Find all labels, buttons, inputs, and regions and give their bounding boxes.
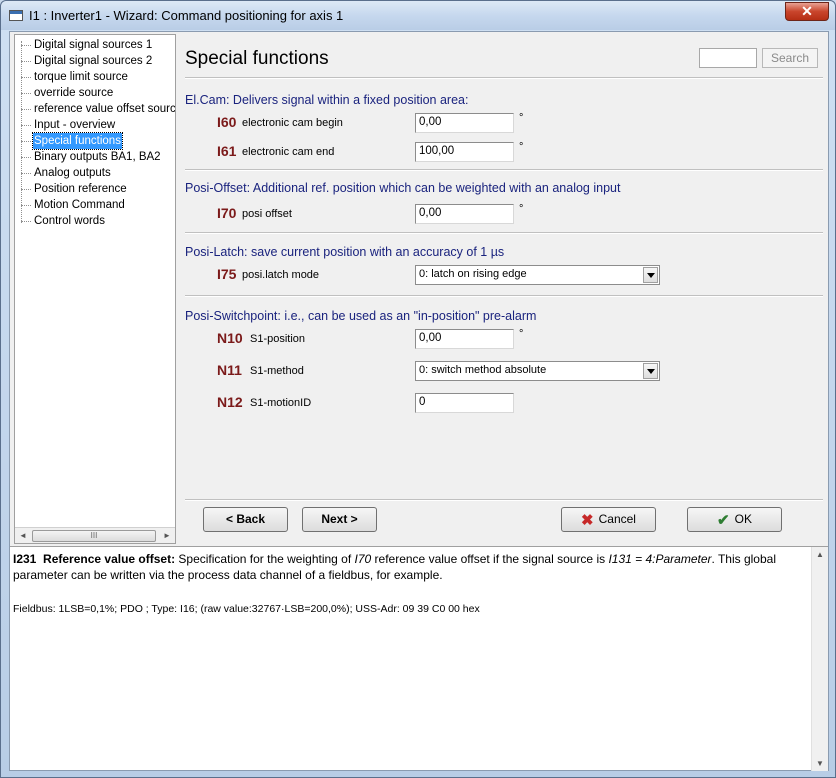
scroll-thumb[interactable]: III [32, 530, 156, 542]
electronic-cam-begin-input[interactable]: 0,00 [415, 113, 514, 133]
unit-degree-i70: ° [519, 203, 524, 215]
page-title: Special functions [185, 48, 329, 69]
unit-degree-i61: ° [519, 141, 524, 153]
param-name-n10: S1-position [250, 333, 306, 345]
section-divider-1 [185, 169, 823, 171]
unit-degree-i60: ° [519, 112, 524, 124]
posi-latch-mode-select[interactable]: 0: latch on rising edge [415, 265, 660, 285]
param-name-n12: S1-motionID [250, 397, 312, 409]
navigation-tree: Digital signal sources 1 Digital signal … [14, 34, 176, 544]
app-window-icon [9, 10, 23, 21]
param-code-i75: I75 [217, 266, 237, 282]
search-input[interactable] [699, 48, 757, 68]
help-vertical-scrollbar[interactable]: ▲ ▼ [811, 547, 828, 771]
param-name-n11: S1-method [250, 365, 304, 377]
footer-divider [185, 499, 823, 501]
help-panel: I231 Reference value offset: Specificati… [10, 546, 828, 771]
electronic-cam-end-input[interactable]: 100,00 [415, 142, 514, 162]
posi-latch-mode-value: 0: latch on rising edge [419, 268, 527, 280]
ok-button[interactable]: ✔ OK [687, 507, 782, 532]
title-bar[interactable]: I1 : Inverter1 - Wizard: Command positio… [1, 1, 835, 30]
param-code-i60: I60 [217, 114, 237, 130]
param-code-n10: N10 [217, 330, 243, 346]
scroll-down-icon[interactable]: ▼ [815, 759, 825, 768]
s1-method-select[interactable]: 0: switch method absolute [415, 361, 660, 381]
param-name-i70: posi offset [242, 208, 292, 220]
window-title: I1 : Inverter1 - Wizard: Command positio… [29, 8, 344, 23]
param-name-i60: electronic cam begin [242, 117, 343, 129]
chevron-down-icon[interactable] [643, 363, 658, 379]
next-button[interactable]: Next > [302, 507, 377, 532]
tree-horizontal-scrollbar[interactable]: ◄ III ► [15, 527, 175, 543]
search-button[interactable]: Search [762, 48, 818, 68]
cancel-button[interactable]: ✖ Cancel [561, 507, 656, 532]
param-name-i75: posi.latch mode [242, 269, 320, 281]
scroll-right-icon[interactable]: ► [161, 530, 173, 542]
wizard-client-area: Digital signal sources 1 Digital signal … [9, 31, 829, 771]
back-button[interactable]: < Back [203, 507, 288, 532]
header-divider [185, 77, 823, 79]
s1-method-value: 0: switch method absolute [419, 364, 547, 376]
scroll-up-icon[interactable]: ▲ [815, 550, 825, 559]
s1-motionid-input[interactable]: 0 [415, 393, 514, 413]
unit-degree-n10: ° [519, 328, 524, 340]
s1-position-input[interactable]: 0,00 [415, 329, 514, 349]
section-title-elcam: El.Cam: Delivers signal within a fixed p… [185, 93, 469, 107]
section-title-posi-offset: Posi-Offset: Additional ref. position wh… [185, 181, 621, 195]
section-title-posi-switchpoint: Posi-Switchpoint: i.e., can be used as a… [185, 309, 537, 323]
param-code-n11: N11 [217, 362, 242, 378]
section-divider-3 [185, 295, 823, 297]
param-code-i70: I70 [217, 205, 237, 221]
close-button[interactable]: ✕ [785, 2, 829, 21]
checkmark-icon: ✔ [717, 512, 730, 529]
help-ref-param: I70 [354, 552, 372, 566]
help-description: I231 Reference value offset: Specificati… [13, 552, 776, 582]
help-param-name: Reference value offset: [43, 552, 176, 566]
scroll-left-icon[interactable]: ◄ [17, 530, 29, 542]
help-ref-value: I131 = 4:Parameter [608, 552, 712, 566]
help-fieldbus-info: Fieldbus: 1LSB=0,1%; PDO ; Type: I16; (r… [13, 603, 480, 615]
param-code-i61: I61 [217, 143, 237, 159]
section-title-posi-latch: Posi-Latch: save current position with a… [185, 245, 505, 259]
app-window: I1 : Inverter1 - Wizard: Command positio… [0, 0, 836, 778]
section-divider-2 [185, 232, 823, 234]
param-code-n12: N12 [217, 394, 243, 410]
param-name-i61: electronic cam end [242, 146, 335, 158]
chevron-down-icon[interactable] [643, 267, 658, 283]
help-param-code: I231 [13, 552, 37, 566]
cancel-x-icon: ✖ [581, 512, 594, 529]
posi-offset-input[interactable]: 0,00 [415, 204, 514, 224]
